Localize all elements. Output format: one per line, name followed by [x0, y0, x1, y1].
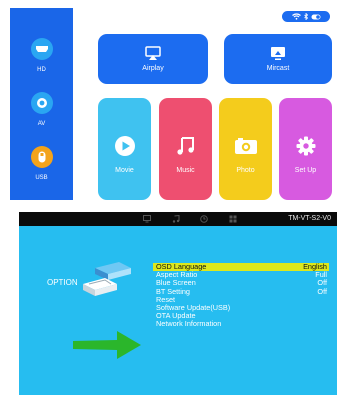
- cast-icon: [271, 47, 285, 60]
- music-icon: [172, 215, 180, 223]
- sidebar-item-label: HD: [37, 67, 46, 73]
- airplay-icon: [145, 46, 161, 60]
- av-icon: [30, 92, 53, 114]
- menu-item-label: Network Information: [156, 319, 222, 329]
- music-tile[interactable]: Music: [159, 98, 212, 200]
- sidebar-item-usb[interactable]: USB: [10, 146, 73, 181]
- menu-item-bt-setting[interactable]: BT Setting Off: [153, 286, 329, 296]
- music-note-icon: [176, 137, 194, 155]
- bluetooth-icon: [303, 13, 308, 20]
- tv-icon: [143, 215, 151, 223]
- page-title: OPTION: [47, 278, 78, 287]
- launcher-home: HD AV USB Airplay Mircast Movie Music Ph…: [0, 0, 337, 200]
- sidebar-item-label: USB: [35, 175, 48, 181]
- usb-icon: [30, 146, 53, 168]
- setup-tile[interactable]: Set Up: [279, 98, 332, 200]
- osd-top-bar: TM-VT-S2-V0: [19, 212, 337, 226]
- status-indicators: [282, 11, 330, 22]
- menu-item-value: Off: [317, 286, 327, 296]
- clock-icon: [200, 215, 208, 223]
- grid-icon: [229, 215, 237, 223]
- option-settings-icon: [83, 262, 131, 296]
- model-number: TM-VT-S2-V0: [288, 215, 331, 222]
- airplay-label: Airplay: [142, 65, 164, 72]
- settings-menu: OSD Language English Aspect Ratio Full B…: [153, 262, 329, 329]
- gear-icon: [296, 136, 315, 156]
- music-label: Music: [176, 167, 195, 174]
- source-sidebar: HD AV USB: [10, 8, 73, 200]
- osd-setup-screen: TM-VT-S2-V0 OPTION OSD Language English …: [19, 212, 337, 395]
- setup-label: Set Up: [294, 167, 317, 174]
- camera-icon: [234, 138, 257, 154]
- photo-label: Photo: [236, 167, 255, 174]
- wifi-icon: [291, 13, 301, 20]
- sidebar-item-label: AV: [37, 121, 46, 127]
- movie-label: Movie: [115, 167, 134, 174]
- mircast-label: Mircast: [266, 65, 290, 72]
- toggle-icon: [311, 14, 320, 19]
- menu-item-network-information[interactable]: Network Information: [153, 320, 329, 328]
- play-icon: [114, 136, 135, 156]
- green-arrow-icon: [73, 331, 141, 359]
- hdmi-icon: [30, 38, 53, 60]
- airplay-tile[interactable]: Airplay: [98, 34, 208, 84]
- photo-tile[interactable]: Photo: [219, 98, 272, 200]
- sidebar-item-hd[interactable]: HD: [10, 38, 73, 73]
- movie-tile[interactable]: Movie: [98, 98, 151, 200]
- sidebar-item-av[interactable]: AV: [10, 92, 73, 127]
- mircast-tile[interactable]: Mircast: [224, 34, 332, 84]
